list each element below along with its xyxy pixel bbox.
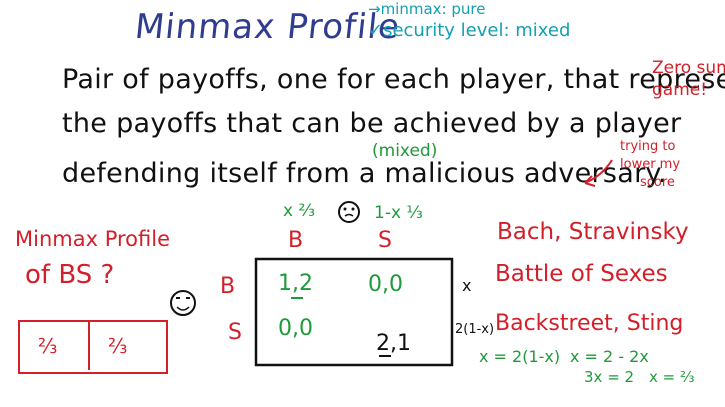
definition-line-2: the payoffs that can be achieved by a pl… (62, 108, 682, 139)
answer-box-divider (88, 320, 90, 370)
zero-sum-note-line-1: Zero sum (652, 58, 725, 78)
answer-value-2: ⅔ (108, 334, 128, 358)
zero-sum-note-line-2: game! (652, 80, 708, 100)
column-header-s: S (378, 228, 392, 253)
matrix-cell-bs: 0,0 (368, 272, 403, 297)
equation-4: x = ⅔ (649, 368, 695, 386)
column-probability-1: x ⅔ (283, 201, 315, 221)
trying-note-line-1: trying to (620, 139, 676, 154)
row-label-2-1-minus-x: 2(1-x) (455, 322, 495, 337)
matrix-cell-bb: 1,2 (278, 271, 313, 296)
game-name-backstreet-sting: Backstreet, Sting (495, 311, 684, 336)
question-line-2: of BS ? (25, 260, 115, 290)
equation-3: 3x = 2 (584, 368, 635, 386)
page-title: Minmax Profile (132, 7, 403, 47)
row-label-x: x (462, 276, 472, 295)
note-minmax-pure: →minmax: pure (368, 0, 486, 18)
row-header-s: S (228, 320, 242, 345)
game-name-bach-stravinsky: Bach, Stravinsky (497, 219, 689, 245)
smiley-face-icon (170, 290, 196, 316)
column-header-b: B (288, 228, 304, 253)
thinking-face-icon (338, 201, 360, 223)
note-security-level-mixed: ✓security level: mixed (368, 20, 571, 41)
game-name-battle-of-sexes: Battle of Sexes (495, 261, 668, 287)
matrix-cell-ss: 2,1 (376, 331, 411, 356)
answer-value-1: ⅔ (38, 334, 58, 358)
trying-note-line-2: lower my (620, 157, 681, 172)
definition-line-1: Pair of payoffs, one for each player, th… (62, 64, 725, 95)
trying-note-line-3: score (640, 175, 675, 190)
row-header-b: B (220, 274, 236, 299)
column-probability-2: 1-x ⅓ (374, 203, 423, 223)
matrix-cell-sb: 0,0 (278, 316, 313, 341)
definition-line-3: defending itself from a malicious advers… (62, 158, 667, 189)
equation-2: x = 2 - 2x (570, 347, 649, 366)
question-line-1: Minmax Profile (15, 227, 170, 251)
equation-1: x = 2(1-x) (479, 347, 561, 366)
